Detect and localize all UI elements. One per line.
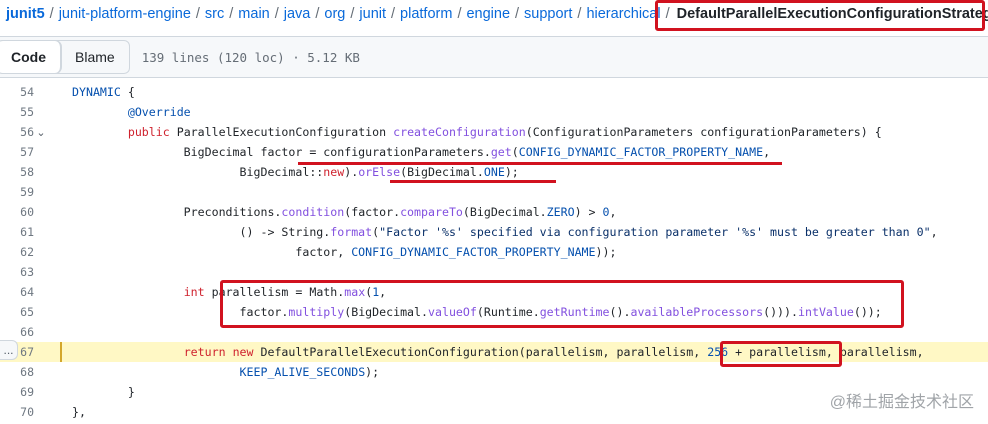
code-text: KEEP_ALIVE_SECONDS); xyxy=(239,365,380,379)
breadcrumb-link[interactable]: support xyxy=(524,6,572,22)
breadcrumb-separator: / xyxy=(195,6,200,22)
line-number[interactable]: 56 xyxy=(0,125,34,139)
breadcrumb-repo-link[interactable]: junit5 xyxy=(6,6,45,22)
code-text: public ParallelExecutionConfiguration cr… xyxy=(127,125,882,139)
line-number[interactable]: 58 xyxy=(0,165,34,179)
line-number[interactable]: 57 xyxy=(0,145,34,159)
code-line: 58 BigDecimal::new).orElse(BigDecimal.ON… xyxy=(0,162,988,182)
line-number[interactable]: 63 xyxy=(0,265,34,279)
breadcrumb-link[interactable]: engine xyxy=(466,6,510,22)
breadcrumb-link[interactable]: junit xyxy=(359,6,386,22)
line-actions-button[interactable]: ... xyxy=(0,340,18,360)
watermark-text: @稀土掘金技术社区 xyxy=(829,394,974,411)
breadcrumb-separator: / xyxy=(229,6,234,22)
parallelism-highlight-box xyxy=(220,280,904,328)
file-stats: 139 lines (120 loc) · 5.12 KB xyxy=(141,49,360,65)
breadcrumb-separator: / xyxy=(315,6,320,22)
breadcrumb-link[interactable]: src xyxy=(205,6,224,22)
breadcrumb-link[interactable]: hierarchical xyxy=(586,6,660,22)
code-line: 54 DYNAMIC { xyxy=(0,82,988,102)
breadcrumb-separator: / xyxy=(515,6,520,22)
code-text: }, xyxy=(72,405,86,419)
code-line: 59 xyxy=(0,182,988,202)
breadcrumb-separator: / xyxy=(274,6,279,22)
view-mode-toggle: Code Blame xyxy=(0,40,130,74)
code-line: 56 ⌄ public ParallelExecutionConfiguratio… xyxy=(0,122,988,142)
code-text: DYNAMIC { xyxy=(72,85,135,99)
code-view: 54 DYNAMIC { 55 @Override 56 ⌄ public Par… xyxy=(0,82,988,424)
watermark: @稀土掘金技术社区 xyxy=(830,388,974,412)
line-number[interactable]: 69 xyxy=(0,385,34,399)
line-number[interactable]: 65 xyxy=(0,305,34,319)
breadcrumb-separator: / xyxy=(457,6,462,22)
line-number[interactable]: 70 xyxy=(0,405,34,419)
breadcrumb-link[interactable]: main xyxy=(238,6,269,22)
breadcrumb-separator: / xyxy=(577,6,582,22)
line-number[interactable]: 64 xyxy=(0,285,34,299)
code-text: Preconditions.condition(factor.compareTo… xyxy=(72,205,617,219)
code-line: 55 @Override xyxy=(0,102,988,122)
breadcrumb-separator: / xyxy=(49,6,54,22)
code-line: 57 BigDecimal factor = configurationPara… xyxy=(0,142,988,162)
tab-blame[interactable]: Blame xyxy=(61,41,129,73)
chevron-down-icon[interactable]: ⌄ xyxy=(34,126,48,139)
breadcrumb-link[interactable]: platform xyxy=(400,6,452,22)
file-header: Code Blame 139 lines (120 loc) · 5.12 KB xyxy=(0,36,988,78)
code-text: } xyxy=(72,385,135,399)
line-number[interactable]: 66 xyxy=(0,325,34,339)
code-line: 61 () -> String.format("Factor '%s' spec… xyxy=(0,222,988,242)
file-name-highlight-box xyxy=(655,0,985,31)
breadcrumb-separator: / xyxy=(391,6,396,22)
line-number[interactable]: 54 xyxy=(0,85,34,99)
code-text: @Override xyxy=(127,105,191,119)
code-text: BigDecimal factor = configurationParamet… xyxy=(72,145,771,159)
breadcrumb-link[interactable]: org xyxy=(324,6,345,22)
annotation-underline-factor xyxy=(298,162,782,165)
breadcrumb-link[interactable]: junit-platform-engine xyxy=(59,6,191,22)
line-number[interactable]: 59 xyxy=(0,185,34,199)
line-number[interactable]: 55 xyxy=(0,105,34,119)
line-number[interactable]: 60 xyxy=(0,205,34,219)
code-text: () -> String.format("Factor '%s' specifi… xyxy=(72,225,938,239)
code-text: factor, CONFIG_DYNAMIC_FACTOR_PROPERTY_N… xyxy=(72,245,617,259)
annotation-underline-orelse xyxy=(390,180,556,183)
code-line: 63 xyxy=(0,262,988,282)
line-number[interactable]: 61 xyxy=(0,225,34,239)
breadcrumb-link[interactable]: java xyxy=(284,6,311,22)
tab-code[interactable]: Code xyxy=(0,41,61,73)
line-number[interactable]: 62 xyxy=(0,245,34,259)
code-line: 60 Preconditions.condition(factor.compar… xyxy=(0,202,988,222)
line-number[interactable]: 68 xyxy=(0,365,34,379)
code-text: BigDecimal::new).orElse(BigDecimal.ONE); xyxy=(72,165,519,179)
code-line: 62 factor, CONFIG_DYNAMIC_FACTOR_PROPERT… xyxy=(0,242,988,262)
breadcrumb-separator: / xyxy=(350,6,355,22)
core-pool-highlight-box xyxy=(720,341,842,367)
